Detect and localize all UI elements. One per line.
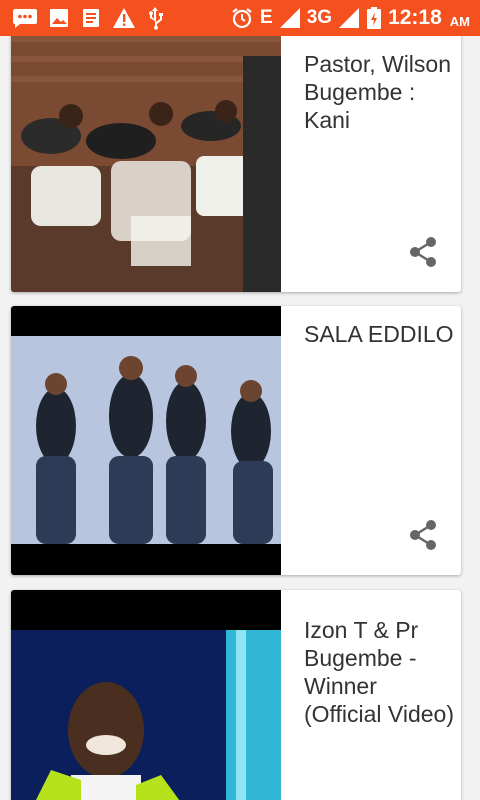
signal-icon	[279, 7, 301, 29]
clock-time: 12:18	[388, 6, 442, 29]
message-icon	[12, 7, 38, 29]
document-icon	[80, 7, 102, 29]
notification-icons	[12, 6, 164, 30]
image-icon	[48, 7, 70, 29]
video-card[interactable]: Pastor, Wilson Bugembe : Kani	[11, 36, 461, 292]
video-thumbnail[interactable]	[11, 306, 281, 575]
signal-icon	[338, 7, 360, 29]
share-button[interactable]	[407, 236, 439, 273]
warning-icon	[112, 7, 136, 29]
clock-ampm: AM	[449, 13, 470, 29]
alarm-icon	[230, 6, 254, 30]
battery-icon	[366, 6, 382, 30]
video-list[interactable]: Pastor, Wilson Bugembe : Kani SALA EDDIL…	[0, 36, 480, 800]
video-thumbnail[interactable]	[11, 36, 281, 292]
network-type-label-2: 3G	[306, 7, 333, 28]
video-card[interactable]: Izon T & Pr Bugembe - Winner (Official V…	[11, 590, 461, 800]
status-bar: E 3G 12:18 AM	[0, 0, 480, 36]
video-title[interactable]: Pastor, Wilson Bugembe : Kani	[304, 50, 454, 134]
video-card[interactable]: SALA EDDILO	[11, 306, 461, 575]
network-type-label: E	[260, 7, 273, 28]
video-title[interactable]: SALA EDDILO	[304, 320, 454, 348]
share-icon	[408, 236, 438, 273]
usb-icon	[146, 6, 164, 30]
system-status: E 3G 12:18 AM	[230, 6, 470, 30]
share-icon	[408, 519, 438, 556]
share-button[interactable]	[407, 519, 439, 556]
video-thumbnail[interactable]	[11, 590, 281, 800]
video-title[interactable]: Izon T & Pr Bugembe - Winner (Official V…	[304, 616, 454, 728]
